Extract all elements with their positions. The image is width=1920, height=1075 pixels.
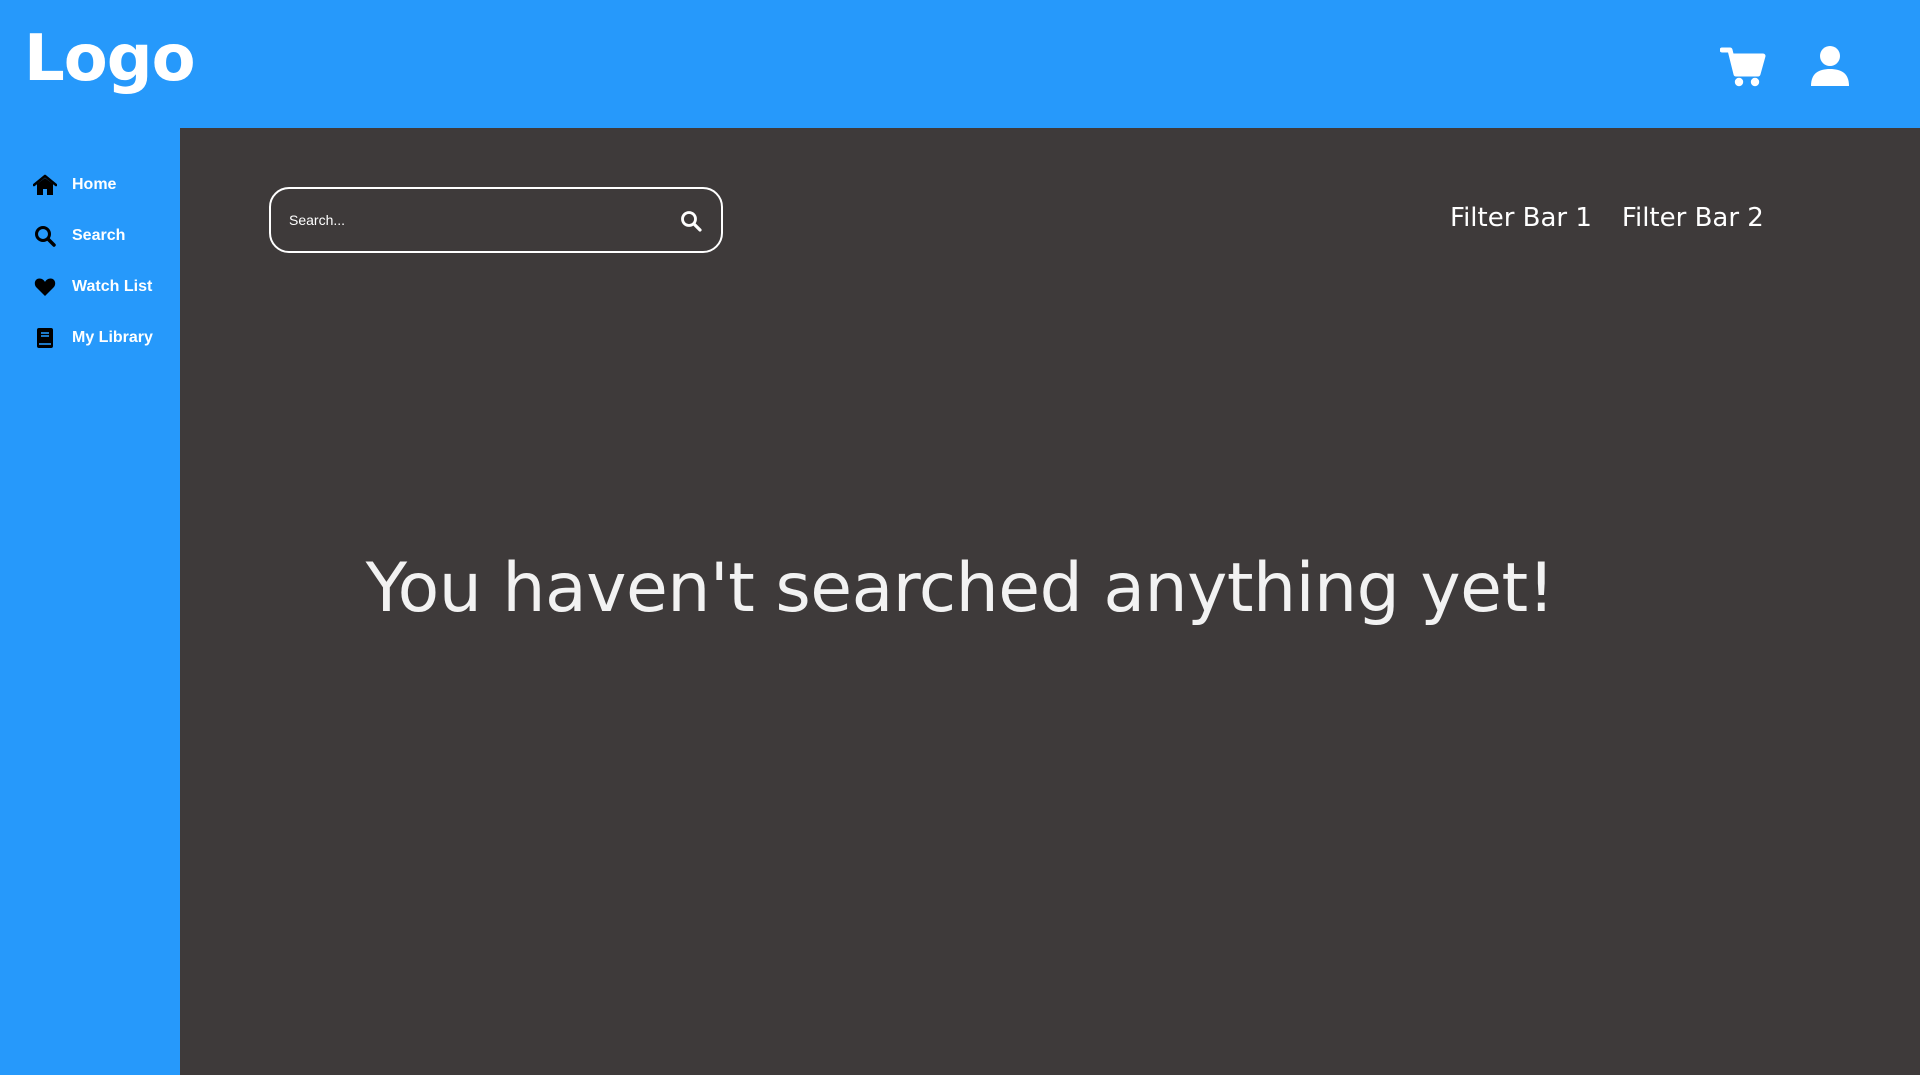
logo[interactable]: Logo [24,27,196,91]
sidebar: Home Search Watch List My Library [0,128,180,1075]
sidebar-item-watch-list[interactable]: Watch List [30,272,178,302]
search-icon[interactable] [679,209,703,233]
heart-icon [30,272,60,302]
sidebar-item-label: Watch List [72,278,153,295]
search-icon [30,221,60,251]
sidebar-item-search[interactable]: Search [30,221,178,251]
empty-state-message: You haven't searched anything yet! [365,549,1555,628]
sidebar-item-label: My Library [72,329,153,346]
sidebar-item-label: Search [72,227,126,244]
filter-bar-2[interactable]: Filter Bar 2 [1622,203,1764,233]
book-icon [30,323,60,353]
main-content: Filter Bar 1 Filter Bar 2 You haven't se… [180,128,1920,1075]
search-input[interactable] [289,189,649,251]
filter-bars: Filter Bar 1 Filter Bar 2 [1450,203,1764,233]
filter-bar-1[interactable]: Filter Bar 1 [1450,203,1592,233]
user-icon[interactable] [1807,44,1853,90]
home-icon [30,170,60,200]
cart-icon[interactable] [1719,44,1766,90]
top-bar: Logo [0,0,1920,128]
sidebar-item-label: Home [72,176,117,193]
search-bar[interactable] [269,187,723,253]
sidebar-item-home[interactable]: Home [30,170,178,200]
sidebar-item-my-library[interactable]: My Library [30,323,178,353]
